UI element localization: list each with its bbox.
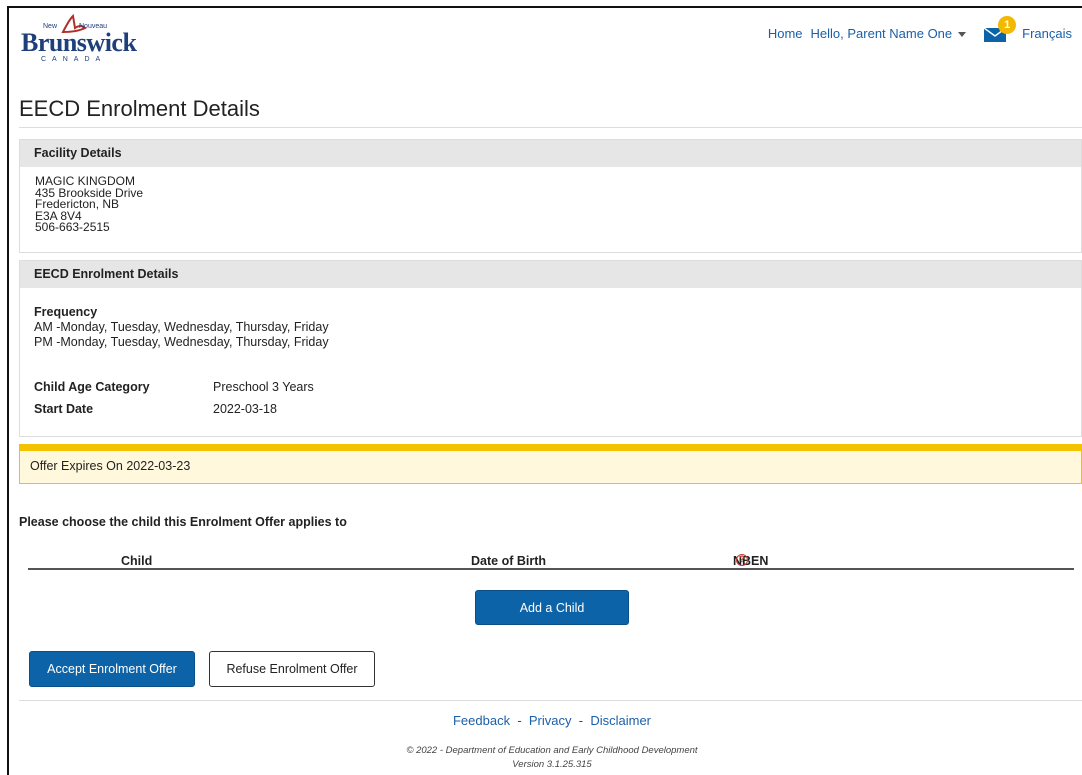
- facility-name: MAGIC KINGDOM: [35, 174, 136, 188]
- footer-links: Feedback - Privacy - Disclaimer: [0, 713, 1082, 728]
- logo-country-text: CANADA: [41, 56, 107, 63]
- messages-count-badge: 1: [998, 16, 1017, 34]
- offer-expiry-alert: Offer Expires On 2022-03-23: [19, 444, 1082, 484]
- copyright-text: © 2022 - Department of Education and Ear…: [406, 745, 698, 756]
- facility-address: MAGIC KINGDOM 435 Brookside Drive Freder…: [20, 167, 1081, 234]
- start-date-value: 2022-03-18: [213, 402, 277, 416]
- refuse-offer-button[interactable]: Refuse Enrolment Offer: [209, 651, 375, 687]
- home-link[interactable]: Home: [768, 26, 803, 41]
- page-title: EECD Enrolment Details: [19, 96, 260, 121]
- start-date-row: Start Date 2022-03-18: [34, 402, 277, 416]
- age-category-row: Child Age Category Preschool 3 Years: [34, 380, 314, 394]
- frequency-block: Frequency AM -Monday, Tuesday, Wednesday…: [34, 305, 329, 350]
- frequency-pm: PM -Monday, Tuesday, Wednesday, Thursday…: [34, 335, 329, 349]
- privacy-link[interactable]: Privacy: [529, 713, 572, 728]
- accept-offer-button[interactable]: Accept Enrolment Offer: [29, 651, 195, 687]
- age-category-label: Child Age Category: [34, 380, 150, 394]
- start-date-label: Start Date: [34, 402, 94, 416]
- column-header-date-of-birth: Date of Birth: [471, 554, 546, 568]
- enrolment-details-heading: EECD Enrolment Details: [20, 261, 1081, 288]
- column-header-child: Child: [121, 554, 153, 568]
- footer-copyright-block: © 2022 - Department of Education and Ear…: [0, 744, 1082, 772]
- logo-brand-text: Brunswick: [21, 28, 137, 57]
- user-greeting: Hello, Parent Name One: [810, 25, 953, 41]
- facility-city: Fredericton, NB: [35, 197, 120, 211]
- chevron-down-icon: [958, 31, 967, 37]
- footer-divider: [19, 700, 1082, 701]
- age-category-value: Preschool 3 Years: [213, 380, 314, 394]
- feedback-link[interactable]: Feedback: [453, 713, 510, 728]
- help-icon[interactable]: ?: [736, 554, 748, 566]
- footer-separator: -: [578, 713, 584, 728]
- offer-expiry-text: Offer Expires On 2022-03-23: [30, 459, 191, 473]
- version-text: Version 3.1.25.315: [512, 759, 592, 770]
- top-navigation: Home Hello, Parent Name One 1 Français: [768, 16, 1072, 44]
- facility-details-panel: Facility Details MAGIC KINGDOM 435 Brook…: [19, 139, 1082, 253]
- language-toggle-link[interactable]: Français: [1022, 26, 1072, 41]
- choose-child-prompt: Please choose the child this Enrolment O…: [19, 515, 347, 529]
- facility-postal-code: E3A 8V4: [35, 208, 82, 223]
- enrolment-details-panel: EECD Enrolment Details Frequency AM -Mon…: [19, 260, 1082, 437]
- frequency-am: AM -Monday, Tuesday, Wednesday, Thursday…: [34, 320, 329, 334]
- child-table-header: Child Date of Birth NBEN?: [28, 554, 1074, 570]
- facility-details-heading: Facility Details: [20, 140, 1081, 167]
- title-divider: [19, 127, 1082, 128]
- facility-phone: 506-663-2515: [35, 220, 110, 234]
- frequency-label: Frequency: [34, 305, 98, 319]
- facility-street: 435 Brookside Drive: [35, 185, 144, 200]
- user-menu[interactable]: Hello, Parent Name One: [811, 26, 967, 41]
- add-child-button[interactable]: Add a Child: [475, 590, 629, 625]
- nb-logo[interactable]: New Nouveau Brunswick CANADA: [21, 14, 141, 64]
- messages-button[interactable]: 1: [984, 16, 1017, 44]
- disclaimer-link[interactable]: Disclaimer: [590, 713, 651, 728]
- footer-separator: -: [517, 713, 522, 728]
